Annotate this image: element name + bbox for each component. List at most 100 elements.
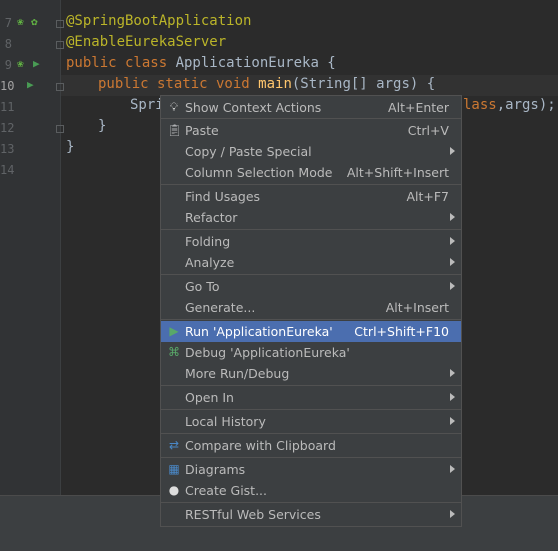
menu-separator — [161, 118, 461, 119]
menu-item-label: Local History — [185, 414, 266, 429]
code-params: (String[] args) { — [291, 76, 436, 92]
run-gutter-icon[interactable]: ▶ — [33, 58, 40, 70]
menu-item-label: Debug 'ApplicationEureka' — [185, 345, 350, 360]
code-line[interactable]: } — [66, 139, 74, 155]
line-number: 9 — [4, 58, 12, 72]
code-line[interactable]: public static void main(String[] args) { — [98, 76, 435, 92]
editor-gutter — [0, 0, 61, 495]
line-number: 14 — [0, 163, 15, 177]
code-keyword: public static void — [98, 76, 259, 92]
menu-separator — [161, 274, 461, 275]
menu-item-shortcut: Ctrl+V — [407, 123, 449, 138]
menu-separator — [161, 409, 461, 410]
lightbulb-icon: 💡︎ — [169, 100, 179, 114]
submenu-arrow-icon — [450, 417, 455, 425]
compare-icon: ⇄ — [168, 438, 180, 452]
line-number: 11 — [0, 100, 15, 114]
clipboard-icon: 📋︎ — [167, 123, 183, 137]
menu-item-open-in[interactable]: Open In — [161, 387, 461, 408]
menu-item-label: Compare with Clipboard — [185, 438, 336, 453]
menu-item-label: RESTful Web Services — [185, 507, 321, 522]
spring-boot-icon[interactable]: ✿ — [31, 16, 38, 28]
menu-item-folding[interactable]: Folding — [161, 231, 461, 252]
menu-item-create-gist[interactable]: ● Create Gist... — [161, 480, 461, 501]
menu-separator — [161, 457, 461, 458]
code-line[interactable]: @SpringBootApplication — [66, 13, 251, 29]
menu-item-shortcut: Ctrl+Shift+F10 — [354, 324, 449, 339]
line-number: 10 — [0, 79, 15, 93]
menu-item-refactor[interactable]: Refactor — [161, 207, 461, 228]
submenu-arrow-icon — [450, 465, 455, 473]
submenu-arrow-icon — [450, 213, 455, 221]
submenu-arrow-icon — [450, 258, 455, 266]
code-keyword: public class — [66, 55, 176, 71]
menu-item-run[interactable]: ▶ Run 'ApplicationEureka' Ctrl+Shift+F10 — [161, 321, 461, 342]
menu-separator — [161, 184, 461, 185]
line-number: 13 — [0, 142, 15, 156]
menu-item-diagrams[interactable]: ▦ Diagrams — [161, 459, 461, 480]
menu-item-label: More Run/Debug — [185, 366, 290, 381]
menu-item-label: Refactor — [185, 210, 238, 225]
fold-marker-icon[interactable] — [56, 125, 64, 133]
menu-item-local-history[interactable]: Local History — [161, 411, 461, 432]
menu-item-compare-with-clipboard[interactable]: ⇄ Compare with Clipboard — [161, 435, 461, 456]
spring-bean-icon[interactable]: ❀ — [17, 58, 24, 70]
code-line[interactable]: Spri — [130, 97, 164, 113]
github-icon: ● — [168, 483, 180, 497]
line-number: 7 — [4, 16, 12, 30]
spring-bean-icon[interactable]: ❀ — [17, 16, 24, 28]
menu-item-label: Find Usages — [185, 189, 261, 204]
code-method-name: main — [258, 76, 292, 92]
code-line[interactable]: lass,args); — [463, 97, 556, 113]
submenu-arrow-icon — [450, 369, 455, 377]
menu-item-label: Open In — [185, 390, 234, 405]
run-gutter-icon[interactable]: ▶ — [27, 79, 34, 91]
menu-item-label: Run 'ApplicationEureka' — [185, 324, 333, 339]
debug-icon: ⌘ — [168, 345, 180, 359]
code-line[interactable]: public class ApplicationEureka { — [66, 55, 336, 71]
code-line[interactable]: @EnableEurekaServer — [66, 34, 226, 50]
menu-item-generate[interactable]: Generate... Alt+Insert — [161, 297, 461, 318]
menu-item-shortcut: Alt+Insert — [385, 300, 449, 315]
code-identifier: ApplicationEureka { — [175, 55, 336, 71]
menu-item-paste[interactable]: 📋︎ Paste Ctrl+V — [161, 120, 461, 141]
menu-item-column-selection-mode[interactable]: Column Selection Mode Alt+Shift+Insert — [161, 162, 461, 183]
diagram-icon: ▦ — [168, 462, 180, 476]
menu-item-go-to[interactable]: Go To — [161, 276, 461, 297]
menu-item-label: Generate... — [185, 300, 256, 315]
menu-item-label: Diagrams — [185, 462, 246, 477]
menu-separator — [161, 502, 461, 503]
editor-context-menu: 💡︎ Show Context Actions Alt+Enter 📋︎ Pas… — [160, 95, 462, 527]
menu-item-restful-web-services[interactable]: RESTful Web Services — [161, 504, 461, 525]
submenu-arrow-icon — [450, 393, 455, 401]
menu-item-debug[interactable]: ⌘ Debug 'ApplicationEureka' — [161, 342, 461, 363]
code-line[interactable]: } — [98, 118, 106, 134]
menu-item-analyze[interactable]: Analyze — [161, 252, 461, 273]
menu-item-label: Create Gist... — [185, 483, 268, 498]
menu-item-copy-paste-special[interactable]: Copy / Paste Special — [161, 141, 461, 162]
line-number: 12 — [0, 121, 15, 135]
menu-item-find-usages[interactable]: Find Usages Alt+F7 — [161, 186, 461, 207]
menu-item-show-context-actions[interactable]: 💡︎ Show Context Actions Alt+Enter — [161, 97, 461, 118]
menu-item-label: Paste — [185, 123, 219, 138]
submenu-arrow-icon — [450, 510, 455, 518]
menu-item-shortcut: Alt+Shift+Insert — [346, 165, 449, 180]
menu-item-shortcut: Alt+Enter — [388, 100, 449, 115]
menu-item-shortcut: Alt+F7 — [406, 189, 449, 204]
code-args: ,args); — [496, 97, 556, 113]
fold-marker-icon[interactable] — [56, 83, 64, 91]
menu-separator — [161, 319, 461, 320]
run-icon: ▶ — [169, 324, 179, 338]
menu-item-label: Column Selection Mode — [185, 165, 333, 180]
menu-separator — [161, 229, 461, 230]
menu-separator — [161, 433, 461, 434]
menu-item-label: Analyze — [185, 255, 235, 270]
menu-separator — [161, 385, 461, 386]
menu-item-label: Copy / Paste Special — [185, 144, 312, 159]
fold-marker-icon[interactable] — [56, 20, 64, 28]
line-number: 8 — [4, 37, 12, 51]
submenu-arrow-icon — [450, 282, 455, 290]
menu-item-more-run-debug[interactable]: More Run/Debug — [161, 363, 461, 384]
fold-marker-icon[interactable] — [56, 41, 64, 49]
code-keyword: lass — [463, 97, 497, 113]
